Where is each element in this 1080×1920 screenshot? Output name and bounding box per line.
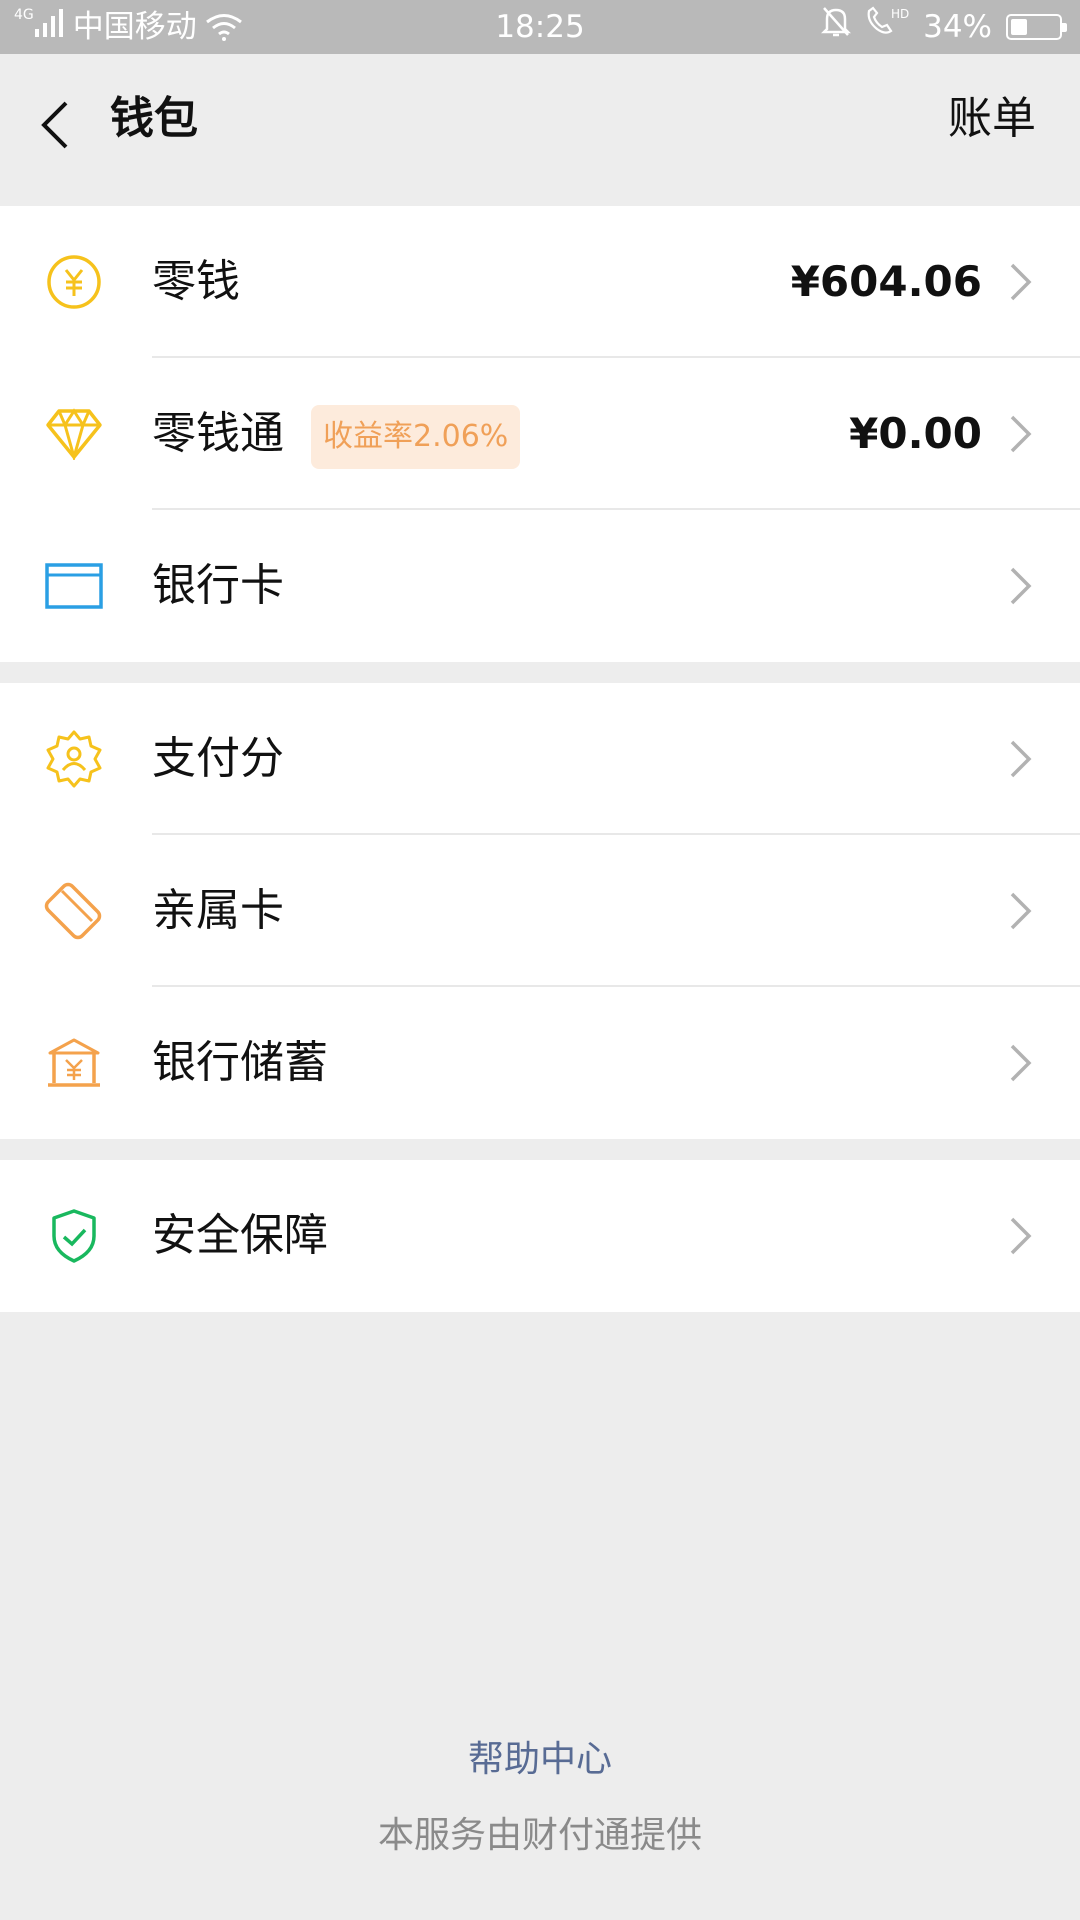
diamond-icon [44, 404, 104, 464]
row-label: 零钱通 [152, 408, 284, 459]
svg-text:HD: HD [891, 7, 909, 21]
row-label: 安全保障 [152, 1210, 328, 1261]
wallet-group-security: 安全保障 [0, 1160, 1080, 1312]
back-button[interactable] [30, 94, 80, 156]
chevron-right-icon [1010, 892, 1032, 930]
row-bank-savings[interactable]: 银行储蓄 [0, 987, 1080, 1139]
back-arrow-icon [41, 101, 68, 149]
status-right: HD 34% [821, 0, 1067, 54]
chevron-right-icon [1010, 740, 1032, 778]
row-label: 支付分 [152, 733, 284, 784]
row-label: 零钱 [152, 256, 240, 307]
chevron-right-icon [1010, 263, 1032, 301]
yield-rate-badge: 收益率2.06% [311, 405, 521, 469]
row-security[interactable]: 安全保障 [0, 1160, 1080, 1312]
chevron-right-icon [1010, 415, 1032, 453]
wallet-group-services: 支付分 亲属卡 银行储蓄 [0, 683, 1080, 1139]
chevron-right-icon [1010, 1044, 1032, 1082]
bank-savings-icon [44, 1033, 104, 1093]
chevron-right-icon [1010, 1217, 1032, 1255]
battery-icon [1006, 14, 1067, 40]
row-label: 银行卡 [152, 560, 284, 611]
page-title: 钱包 [110, 93, 198, 144]
provider-note: 本服务由财付通提供 [377, 1815, 702, 1856]
row-lingqiantong[interactable]: 零钱通 收益率2.06% ¥0.00 [0, 358, 1080, 510]
row-label: 银行储蓄 [152, 1037, 328, 1088]
security-shield-icon [44, 1206, 104, 1266]
chevron-right-icon [1010, 567, 1032, 605]
wallet-group-balance: 零钱 ¥604.06 零钱通 收益率2.06% ¥0.00 银行卡 [0, 206, 1080, 662]
row-family-card[interactable]: 亲属卡 [0, 835, 1080, 987]
status-bar: 4G 中国移动 18:25 HD 34% [0, 0, 1080, 54]
yuan-coin-icon [44, 252, 104, 312]
hd-call-icon: HD [865, 0, 909, 54]
row-change[interactable]: 零钱 ¥604.06 [0, 206, 1080, 358]
help-center-link[interactable]: 帮助中心 [0, 1730, 1080, 1782]
lingqiantong-value: ¥0.00 [849, 409, 982, 458]
payment-score-icon [44, 729, 104, 789]
mute-bell-icon [821, 0, 852, 54]
row-payment-score[interactable]: 支付分 [0, 683, 1080, 835]
battery-level [1011, 19, 1027, 35]
nav-bar: 钱包 账单 [0, 54, 1080, 206]
bill-button[interactable]: 账单 [948, 54, 1036, 206]
family-card-icon [44, 881, 104, 941]
bank-card-icon [44, 556, 104, 616]
row-label: 亲属卡 [152, 885, 284, 936]
balance-value: ¥604.06 [790, 257, 982, 306]
battery-percent: 34% [923, 9, 992, 45]
row-bank-card[interactable]: 银行卡 [0, 510, 1080, 662]
